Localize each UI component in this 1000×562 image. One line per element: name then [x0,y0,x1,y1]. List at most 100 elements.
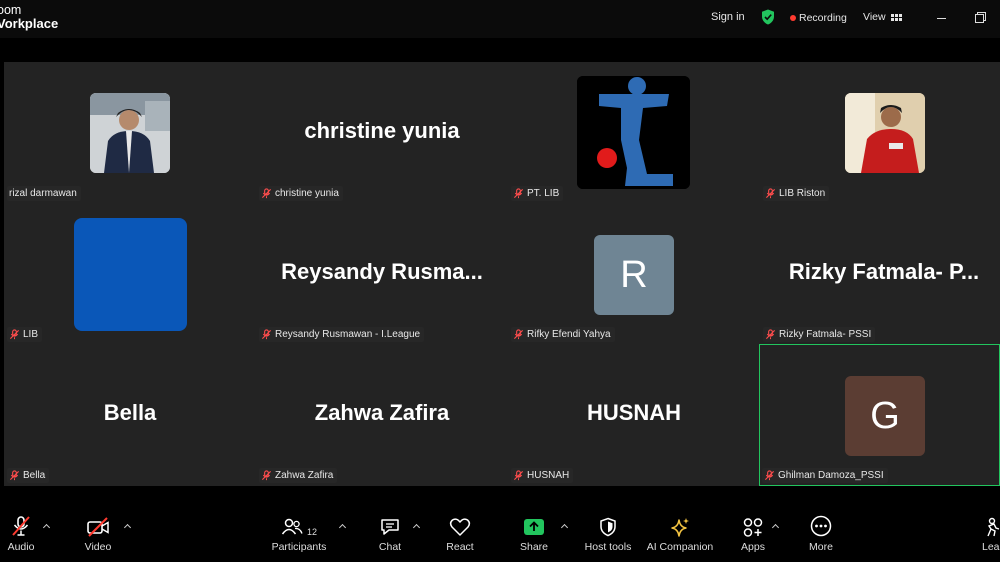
audio-label: Audio [7,541,35,553]
participant-tile-lib[interactable]: LIB [4,203,256,345]
logo-line-1: oom [0,3,22,17]
share-options-chevron-icon[interactable] [560,521,570,531]
participant-tile-zahwa-zafira[interactable]: Zahwa Zafira Zahwa Zafira [256,344,508,486]
video-label: Video [84,541,112,553]
participant-display-name: Reysandy Rusma... [281,259,483,284]
participant-name-label: rizal darmawan [7,186,81,201]
view-label: View [863,11,886,23]
apps-button[interactable]: Apps [738,507,768,562]
participant-tile-pt-lib[interactable]: PT. LIB [508,62,760,204]
mic-muted-icon [513,470,524,481]
participant-tile-christine-yunia[interactable]: christine yunia christine yunia [256,62,508,204]
mic-muted-icon [765,188,776,199]
participant-tile-rifky-efendi-yahya[interactable]: R Rifky Efendi Yahya [508,203,760,345]
apps-icon [742,507,764,537]
meeting-toolbar: Audio Video 12 Participants Chat React S… [0,507,1000,562]
mic-muted-icon [765,329,776,340]
profile-photo [845,93,925,173]
participant-tile-ghilman-damoza[interactable]: G Ghilman Damoza_PSSI [759,344,1000,486]
participant-name-label: Ghilman Damoza_PSSI [762,468,888,483]
letter-avatar: G [845,376,925,456]
participant-tile-rizal-darmawan[interactable]: rizal darmawan [4,62,256,204]
recording-dot-icon [790,15,796,21]
more-button[interactable]: More [806,507,836,562]
participant-name-label: LIB Riston [763,186,830,201]
video-options-chevron-icon[interactable] [123,521,133,531]
recording-status: Recording [799,12,847,24]
sign-in-link[interactable]: Sign in [711,11,745,23]
participant-name-label: Rizky Fatmala- PSSI [763,327,876,342]
mic-muted-icon [261,188,272,199]
apps-label: Apps [741,541,765,553]
chat-options-chevron-icon[interactable] [412,521,422,531]
participant-tile-bella[interactable]: Bella Bella [4,344,256,486]
participant-name-label: Rifky Efendi Yahya [511,327,615,342]
share-screen-icon [523,507,545,537]
participant-tile-husnah[interactable]: HUSNAH HUSNAH [508,344,760,486]
leave-button[interactable]: Lea [982,507,1000,562]
video-button[interactable]: Video [83,507,113,562]
restore-button[interactable] [970,8,990,28]
participant-tile-rizky-fatmala[interactable]: Rizky Fatmala- P... Rizky Fatmala- PSSI [760,203,1000,345]
grid-view-icon [890,13,902,21]
mic-muted-icon [513,329,524,340]
app-logo: oom Vorkplace [0,3,58,31]
host-tools-button[interactable]: Host tools [582,507,634,562]
mic-muted-icon [9,329,20,340]
ai-companion-button[interactable]: AI Companion [646,507,714,562]
share-label: Share [519,541,549,553]
participant-name-label: Zahwa Zafira [259,468,338,483]
ai-companion-label: AI Companion [646,541,714,553]
apps-options-chevron-icon[interactable] [771,521,781,531]
leave-icon [982,507,1000,537]
leave-label: Lea [982,541,1000,553]
share-button[interactable]: Share [519,507,549,562]
league-logo [577,76,690,189]
mic-muted-icon [513,188,524,199]
chat-label: Chat [378,541,402,553]
participant-name-label: Bella [7,468,50,483]
participant-display-name: Rizky Fatmala- P... [788,259,980,284]
video-off-icon [86,507,110,537]
participant-name-label: LIB [7,327,43,342]
participant-name-label: PT. LIB [511,186,564,201]
participant-tile-lib-riston[interactable]: LIB Riston [760,62,1000,204]
more-icon [810,507,832,537]
host-tools-label: Host tools [584,541,632,553]
participants-button[interactable]: 12 Participants [270,507,328,562]
view-button[interactable]: View [863,11,902,23]
chat-icon [379,507,401,537]
video-gallery: rizal darmawan christine yunia christine… [4,62,1000,486]
profile-photo [90,93,170,173]
react-button[interactable]: React [445,507,475,562]
participant-display-name: Zahwa Zafira [314,400,450,425]
minimize-button[interactable] [932,8,952,28]
react-label: React [446,541,474,553]
participant-display-name: christine yunia [304,118,460,143]
participants-icon: 12 [281,507,317,537]
participants-options-chevron-icon[interactable] [338,521,348,531]
participant-display-name: HUSNAH [586,400,682,425]
shield-check-icon[interactable] [761,9,775,25]
person-photo-icon [90,93,170,173]
mic-muted-icon [261,329,272,340]
participant-count: 12 [306,527,317,537]
participants-label: Participants [271,541,327,553]
sparkle-icon [669,507,691,537]
audio-button[interactable]: Audio [5,507,37,562]
person-photo-icon [845,93,925,173]
heart-icon [449,507,471,537]
mic-muted-icon [9,470,20,481]
logo-line-2: Vorkplace [0,16,59,31]
participant-name-label: HUSNAH [511,468,574,483]
participant-tile-reysandy-rusmawan[interactable]: Reysandy Rusma... Reysandy Rusmawan - I.… [256,203,508,345]
participant-name-label: christine yunia [259,186,343,201]
letter-avatar: R [594,235,674,315]
chat-button[interactable]: Chat [375,507,405,562]
mic-muted-icon [11,507,31,537]
participant-display-name: Bella [103,400,157,425]
audio-options-chevron-icon[interactable] [42,521,52,531]
title-bar: oom Vorkplace Sign in Recording View [0,0,1000,38]
participant-name-label: Reysandy Rusmawan - I.League [259,327,425,342]
blue-avatar-block [74,218,187,331]
